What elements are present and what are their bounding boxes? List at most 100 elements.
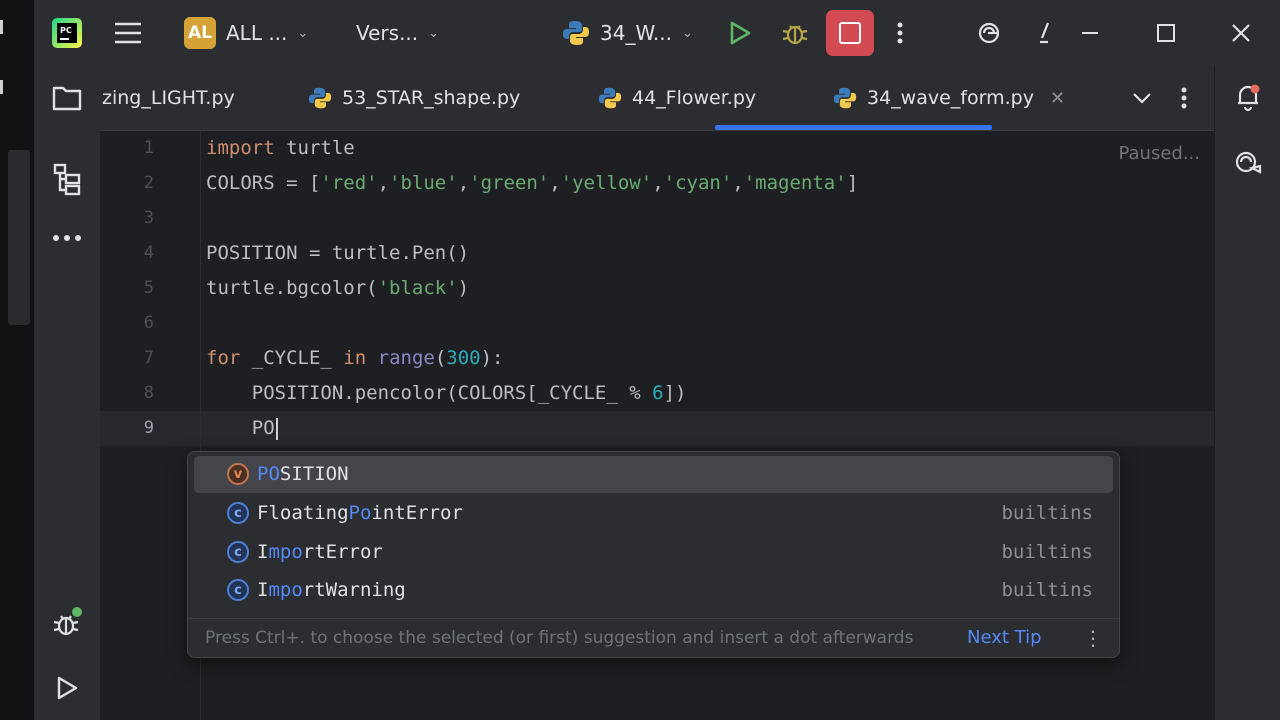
code-text: import turtle — [206, 137, 355, 159]
completion-name: ImportError — [257, 541, 383, 563]
project-tool-button[interactable] — [34, 84, 100, 112]
bell-icon — [1238, 84, 1260, 112]
code-completion-popup: v POSITION c FloatingPointError builtins… — [187, 451, 1120, 658]
code-line: 8 POSITION.pencolor(COLORS[_CYCLE_ % 6]) — [100, 376, 1214, 411]
tab-zing-light[interactable]: zing_LIGHT.py — [102, 66, 235, 130]
more-options-icon[interactable]: ⋮ — [1083, 619, 1103, 657]
class-icon: c — [227, 579, 249, 601]
class-icon: c — [227, 502, 249, 524]
completion-name: ImportWarning — [257, 579, 406, 601]
tab-44-flower[interactable]: 44_Flower.py — [598, 66, 756, 130]
project-badge: AL — [184, 17, 216, 49]
edge-mark — [0, 20, 3, 34]
editor-tab-bar: zing_LIGHT.py 53_STAR_shape.py 44_Flower… — [100, 66, 1214, 131]
play-icon — [57, 676, 78, 700]
close-window-button[interactable] — [1230, 0, 1252, 66]
right-tool-window-bar — [1214, 66, 1280, 720]
structure-tool-button[interactable] — [34, 162, 100, 196]
structure-icon — [53, 163, 81, 196]
python-file-icon — [308, 87, 332, 109]
run-config-name: 34_W... — [600, 21, 673, 45]
completion-source: builtins — [1001, 541, 1093, 563]
tab-label: 34_wave_form.py — [867, 87, 1034, 109]
project-selector[interactable]: AL ALL ... ⌄ — [184, 0, 308, 66]
active-tab-indicator — [715, 125, 992, 130]
stop-button[interactable] — [826, 0, 874, 66]
edge-scroll-panel — [8, 150, 30, 325]
close-tab-icon[interactable]: ✕ — [1050, 88, 1065, 109]
chevron-down-icon — [1133, 93, 1151, 104]
current-code-line: 9 PO — [100, 411, 1214, 446]
ai-chat-button[interactable] — [1215, 148, 1280, 178]
chevron-down-icon: ⌄ — [682, 25, 693, 41]
folder-icon — [52, 86, 82, 111]
tab-label: zing_LIGHT.py — [102, 87, 235, 109]
line-number: 1 — [143, 138, 154, 158]
code-line: 2 COLORS = ['red','blue','green','yellow… — [100, 166, 1214, 201]
more-tool-windows-icon[interactable] — [34, 234, 100, 242]
tab-53-star-shape[interactable]: 53_STAR_shape.py — [308, 66, 520, 130]
completion-item-floatingpointerror[interactable]: c FloatingPointError builtins — [194, 495, 1113, 532]
line-number: 2 — [143, 173, 154, 193]
vcs-selector[interactable]: Vers... ⌄ — [356, 0, 439, 66]
bug-icon — [782, 25, 808, 45]
ai-chat-icon — [1235, 151, 1262, 174]
code-line: 5 turtle.bgcolor('black') — [100, 271, 1214, 306]
line-number: 8 — [143, 383, 154, 403]
line-number: 4 — [143, 243, 154, 263]
vcs-label: Vers... — [356, 21, 419, 45]
code-text: turtle.bgcolor('black') — [206, 277, 470, 299]
title-bar: PC AL ALL ... ⌄ Vers... ⌄ 34_W... ⌄ — [34, 0, 1280, 66]
project-name: ALL ... — [226, 21, 288, 45]
python-icon — [563, 21, 589, 45]
class-icon: c — [227, 541, 249, 563]
next-tip-link[interactable]: Next Tip — [967, 619, 1042, 657]
code-line: 4 POSITION = turtle.Pen() — [100, 236, 1214, 271]
variable-icon: v — [227, 463, 249, 485]
edge-mark — [0, 80, 3, 94]
python-file-icon — [833, 87, 857, 109]
line-number: 3 — [143, 208, 154, 228]
code-line: 7 for _CYCLE_ in range(300): — [100, 341, 1214, 376]
run-tool-button[interactable] — [34, 674, 100, 702]
line-number: 5 — [143, 278, 154, 298]
minimize-button[interactable] — [1080, 0, 1100, 66]
completion-hint: Press Ctrl+. to choose the selected (or … — [205, 628, 914, 648]
pycharm-logo-icon[interactable]: PC — [52, 0, 82, 66]
line-number: 9 — [143, 418, 154, 438]
notifications-button[interactable] — [1215, 82, 1280, 112]
code-line: 1 import turtle — [100, 131, 1214, 166]
tab-34-wave-form[interactable]: 34_wave_form.py ✕ — [833, 66, 1065, 130]
completion-name: POSITION — [257, 463, 349, 485]
debug-button[interactable] — [781, 0, 809, 66]
tab-label: 53_STAR_shape.py — [342, 87, 521, 109]
main-menu-icon[interactable] — [113, 0, 143, 66]
code-line: 3 — [100, 201, 1214, 236]
completion-item-position[interactable]: v POSITION — [194, 456, 1113, 493]
bug-icon — [53, 607, 82, 636]
completion-footer: Press Ctrl+. to choose the selected (or … — [188, 618, 1119, 657]
run-config-selector[interactable]: 34_W... ⌄ — [562, 0, 693, 66]
tab-label: 44_Flower.py — [632, 87, 757, 109]
ai-assistant-icon[interactable] — [974, 0, 1004, 66]
code-text: for _CYCLE_ in range(300): — [206, 347, 504, 369]
completion-item-importerror[interactable]: c ImportError builtins — [194, 534, 1113, 571]
svg-text:PC: PC — [60, 26, 72, 35]
code-text: POSITION = turtle.Pen() — [206, 242, 470, 264]
line-number: 7 — [143, 348, 154, 368]
tab-options-icon[interactable] — [1180, 66, 1188, 130]
code-text: POSITION.pencolor(COLORS[_CYCLE_ % 6]) — [206, 382, 687, 404]
line-number: 6 — [143, 313, 154, 333]
stop-icon — [826, 10, 874, 56]
desktop-edge — [0, 0, 34, 720]
run-button[interactable] — [728, 0, 752, 66]
more-actions-icon[interactable] — [896, 0, 904, 66]
code-line: 6 — [100, 306, 1214, 341]
code-with-me-icon[interactable] — [1038, 0, 1052, 66]
tab-list-dropdown[interactable] — [1132, 66, 1152, 130]
maximize-button[interactable] — [1156, 0, 1176, 66]
completion-item-importwarning[interactable]: c ImportWarning builtins — [194, 572, 1113, 609]
debug-tool-button[interactable] — [34, 606, 100, 640]
code-text: PO — [206, 411, 278, 446]
chevron-down-icon: ⌄ — [428, 25, 440, 41]
